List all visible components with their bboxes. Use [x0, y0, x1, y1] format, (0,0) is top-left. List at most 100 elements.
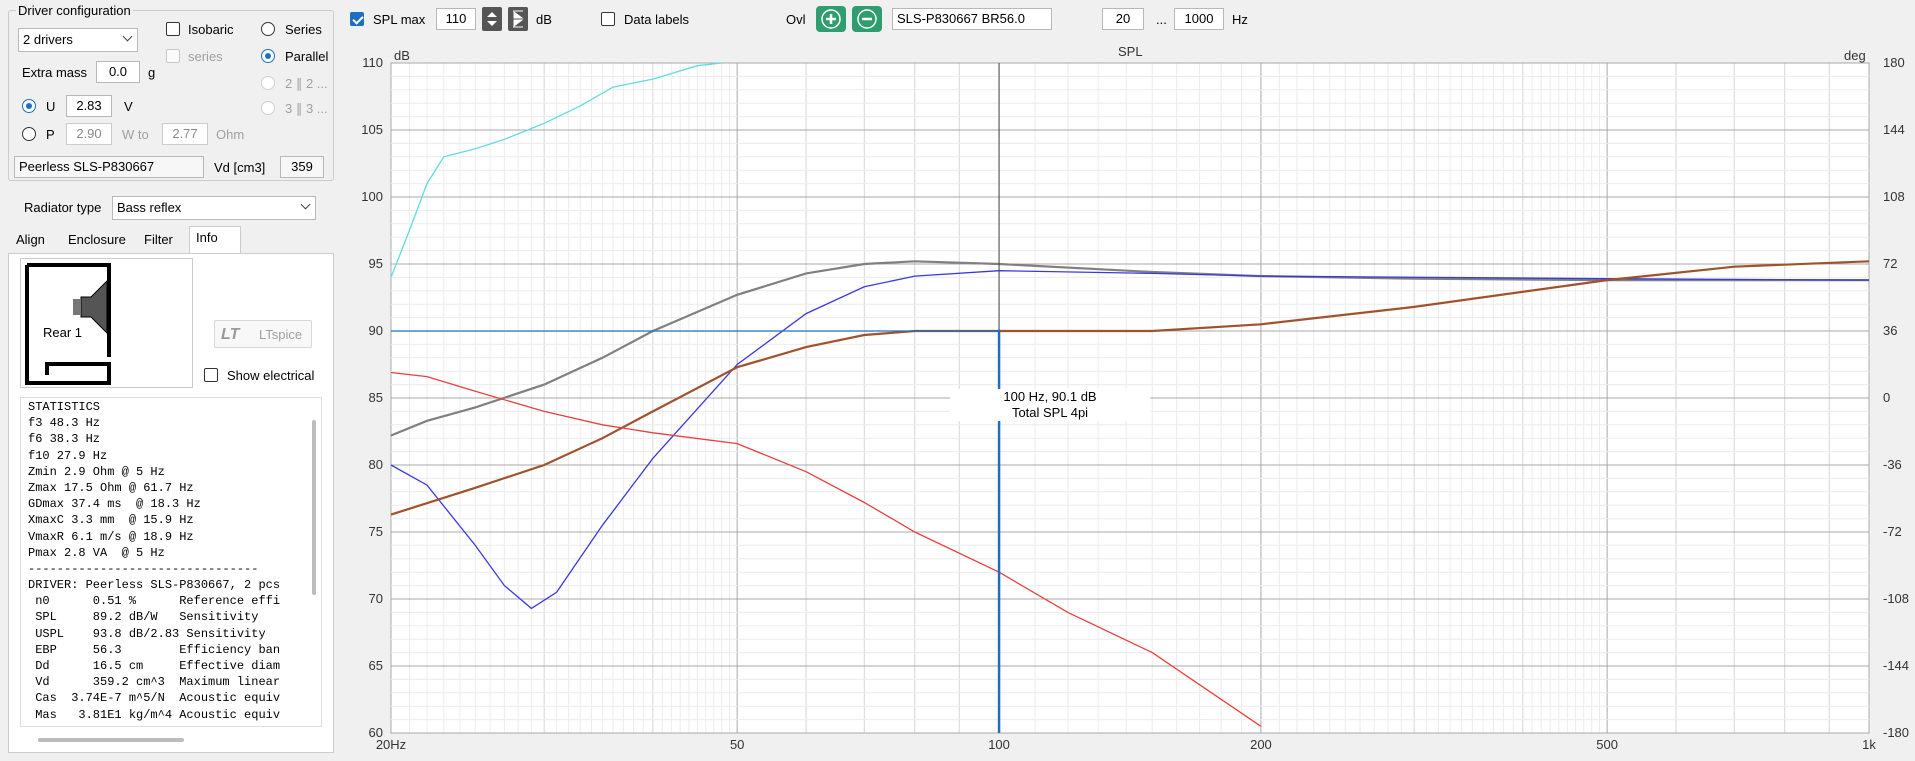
vd-field[interactable]: 359 [280, 156, 324, 178]
tick-label: 80 [368, 457, 383, 472]
option-3x3-radio[interactable] [261, 101, 275, 115]
overlay-name-field[interactable]: SLS-P830667 BR56.0 [892, 8, 1052, 30]
tick-label: 110 [362, 55, 383, 70]
ltspice-button[interactable]: LT LTspice [214, 320, 312, 348]
parallel-radio-label: Parallel [285, 49, 329, 64]
u-radio[interactable] [22, 99, 36, 113]
freq-min-input[interactable]: 20 [1102, 8, 1144, 30]
remove-overlay-button[interactable] [852, 6, 882, 32]
spl-up-button[interactable] [482, 7, 502, 31]
tick-label: 180 [1883, 55, 1905, 70]
tick-label: -180 [1883, 725, 1910, 740]
radiator-type-select[interactable]: Bass reflex [112, 196, 316, 220]
series-radio[interactable] [261, 22, 275, 36]
u-input[interactable]: 2.83 [66, 95, 112, 117]
isobaric-label: Isobaric [188, 22, 234, 37]
tick-label: 90 [368, 323, 383, 338]
enclosure-diagram-svg [25, 263, 111, 385]
show-electrical-checkbox[interactable] [204, 368, 218, 382]
show-electrical-label: Show electrical [227, 368, 315, 383]
tick-label: 36 [1883, 323, 1898, 338]
tick-label: 105 [361, 122, 383, 137]
horizontal-scrollbar[interactable] [38, 738, 184, 742]
freq-ellipsis: ... [1156, 12, 1167, 27]
drivers-select[interactable]: 2 drivers [18, 28, 138, 52]
freq-max-input[interactable]: 1000 [1174, 8, 1224, 30]
statistics-line: STATISTICS [28, 400, 101, 414]
add-overlay-button[interactable] [816, 6, 846, 32]
statistics-line: -------------------------------- [28, 561, 259, 576]
ovl-label: Ovl [786, 12, 806, 27]
data-labels-checkbox[interactable] [601, 12, 615, 26]
tick-label: 20Hz [375, 737, 407, 752]
statistics-line: USPL 93.8 dB/2.83 Sensitivity [28, 626, 266, 641]
diagram-label: Rear 1 [43, 325, 83, 340]
tick-label: -36 [1883, 457, 1902, 472]
parallel-radio[interactable] [261, 49, 275, 63]
tick-label: 108 [1883, 189, 1905, 204]
tick-label: 65 [368, 658, 383, 673]
statistics-line: Pmax 2.8 VA @ 5 Hz [28, 545, 165, 560]
p-radio[interactable] [22, 127, 36, 141]
enclosure-outline [25, 263, 111, 385]
tick-label: 144 [1883, 122, 1905, 137]
tab-enclosure[interactable]: Enclosure [62, 229, 132, 253]
tick-label: 75 [368, 524, 383, 539]
isobaric-checkbox[interactable] [166, 22, 180, 36]
tick-label: 0 [1883, 390, 1891, 405]
driver-name-field[interactable]: Peerless SLS-P830667 [14, 156, 204, 178]
u-unit: V [124, 99, 133, 114]
radiator-type-label: Radiator type [24, 200, 102, 215]
statistics-line: GDmax 37.4 ms @ 18.3 Hz [28, 497, 201, 512]
tick-label: 1k [1862, 737, 1876, 752]
speaker-magnet [73, 299, 81, 315]
cursor-readout-value: 100 Hz, 90.1 dB [1003, 389, 1097, 404]
extra-mass-label: Extra mass [22, 65, 88, 80]
tick-label: 95 [368, 256, 383, 271]
p-label: P [46, 127, 55, 142]
statistics-scrollbar[interactable] [312, 420, 316, 595]
vd-label: Vd [cm3] [214, 160, 266, 175]
ohm-label: Ohm [216, 127, 245, 142]
tab-info[interactable]: Info [189, 226, 241, 254]
spl-fit-button[interactable] [508, 7, 528, 31]
tick-label: 200 [1250, 737, 1272, 752]
spin-up-down-icon [487, 12, 497, 26]
extra-mass-input[interactable]: 0.0 [96, 61, 140, 83]
tab-align[interactable]: Align [10, 229, 51, 253]
y2-axis-label: deg [1844, 48, 1866, 63]
top-toolbar: SPL max 110 dB Data labels Ovl SLS-P8306… [340, 0, 1915, 40]
series-checkbox[interactable] [166, 49, 180, 63]
series-radio-label: Series [285, 22, 322, 37]
statistics-line: Cas 3.74E-7 m^5/N Acoustic equiv [28, 691, 281, 706]
chart-title: SPL [1118, 44, 1143, 59]
drivers-select-value: 2 drivers [23, 32, 73, 47]
ltspice-label: LTspice [259, 327, 303, 342]
chevron-down-icon [122, 31, 133, 42]
ltspice-icon: LT [221, 326, 240, 343]
tick-label: 70 [368, 591, 383, 606]
tick-label: 72 [1883, 256, 1898, 271]
series-checkbox-label: series [188, 49, 223, 64]
option-2x2-radio[interactable] [261, 76, 275, 90]
ohm-input[interactable]: 2.77 [162, 123, 208, 145]
extra-mass-unit: g [148, 65, 156, 80]
w-to-label: W to [122, 127, 149, 142]
hz-label: Hz [1232, 12, 1248, 27]
tick-label: 100 [361, 189, 383, 204]
chart-area[interactable]: SPL dB deg 60 65 70 75 80 85 90 95 100 105 110 -180… [350, 40, 1915, 758]
tab-filter[interactable]: Filter [138, 229, 179, 253]
p-input[interactable]: 2.90 [66, 123, 112, 145]
radiator-type-value: Bass reflex [117, 200, 182, 215]
spl-max-checkbox[interactable] [350, 12, 364, 26]
minus-icon [857, 9, 877, 29]
driver-config-title: Driver configuration [16, 3, 133, 18]
option-2x2-label: 2 ∥ 2 ... [285, 76, 328, 91]
speaker-icon [80, 279, 108, 335]
statistics-line: Zmin 2.9 Ohm @ 5 Hz [28, 464, 165, 479]
statistics-line: f3 48.3 Hz [28, 416, 101, 431]
tick-label: -144 [1883, 658, 1910, 673]
statistics-line: f10 27.9 Hz [28, 448, 108, 463]
spl-max-input[interactable]: 110 [436, 8, 476, 30]
statistics-line: SPL 89.2 dB/W Sensitivity [28, 610, 259, 625]
